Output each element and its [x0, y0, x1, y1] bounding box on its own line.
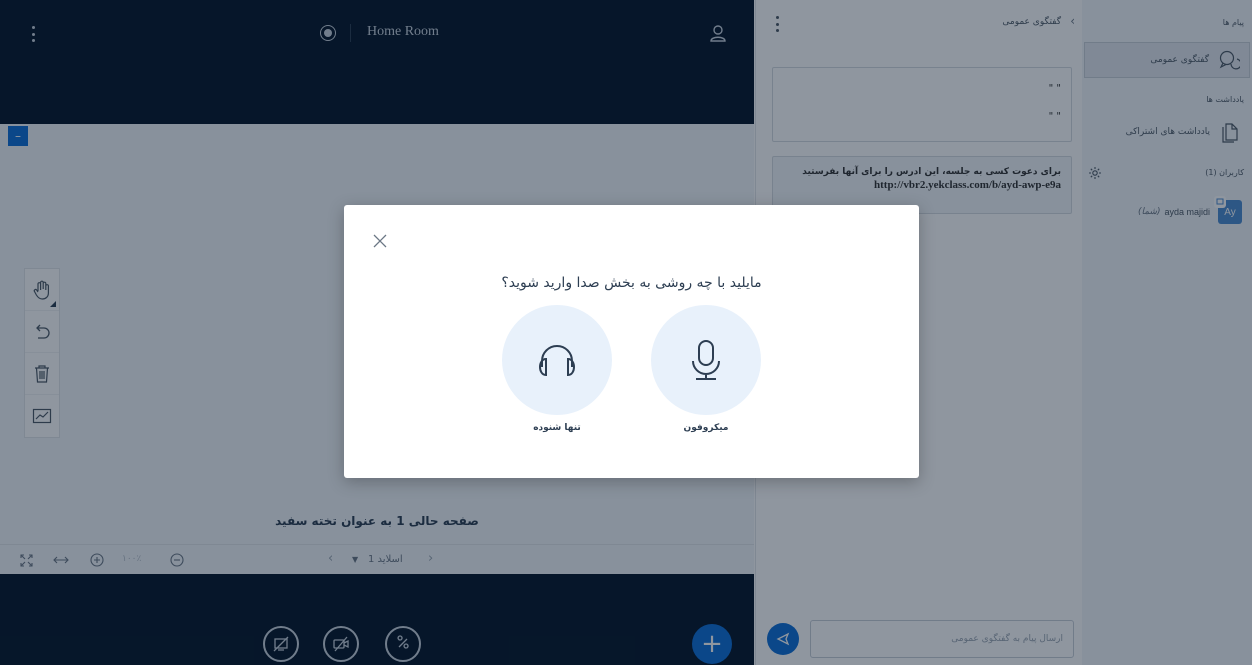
audio-join-modal: مایلید با چه روشی به بخش صدا وارید شوید؟…	[344, 205, 919, 478]
close-icon[interactable]	[372, 233, 388, 249]
microphone-button[interactable]	[651, 305, 761, 415]
microphone-label: میکروفون	[683, 423, 729, 433]
listen-only-button[interactable]	[502, 305, 612, 415]
microphone-icon	[692, 340, 720, 380]
headphones-icon	[538, 345, 576, 377]
listen-only-label: تنها شنوده	[533, 423, 581, 433]
modal-question: مایلید با چه روشی به بخش صدا وارید شوید؟	[501, 275, 762, 291]
